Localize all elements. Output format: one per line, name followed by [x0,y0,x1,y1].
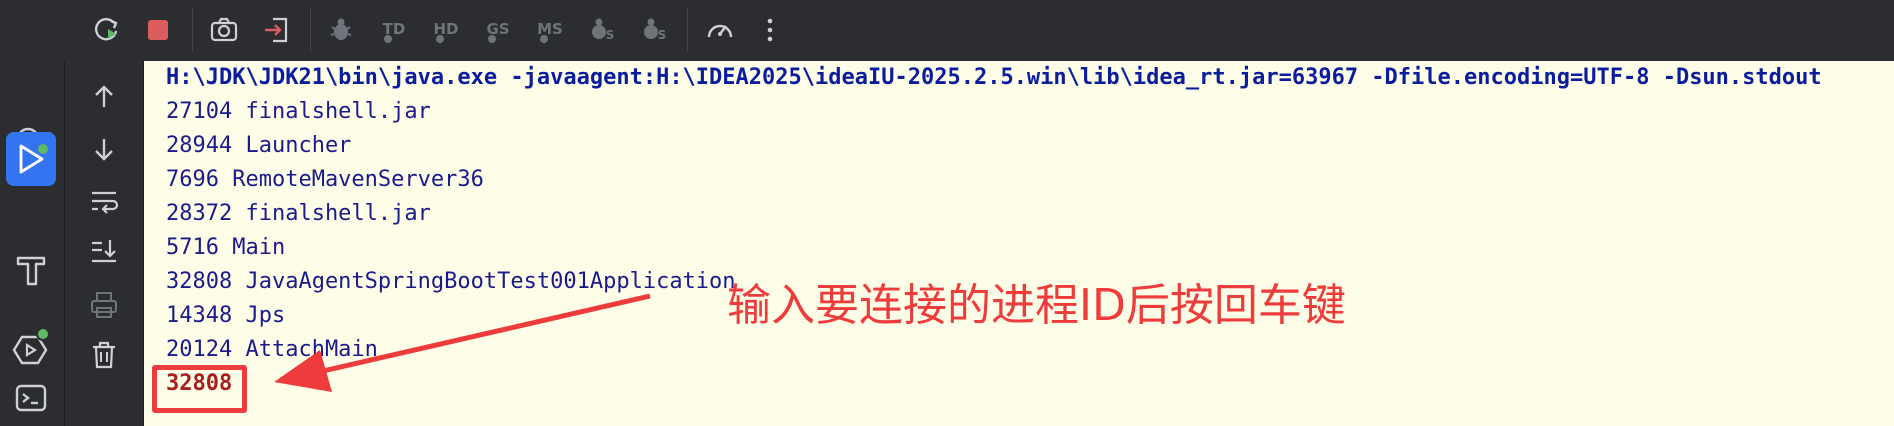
tool-window-stripe [0,61,65,426]
toolbar-separator [310,8,311,52]
gauge-icon[interactable] [702,12,738,48]
process-line: 27104 finalshell.jar [166,99,431,124]
hd-label: HD [433,20,458,38]
hd-icon[interactable]: HD [428,12,464,48]
stop-icon[interactable] [140,12,176,48]
terminal-icon[interactable] [6,371,56,425]
gs-icon[interactable]: GS [480,12,516,48]
up-arrow-icon[interactable] [86,79,122,115]
status-dot [36,327,50,341]
soft-wrap-icon[interactable] [86,183,122,219]
td-label: TD [383,20,406,38]
annotation-text: 输入要连接的进程ID后按回车键 [727,280,1346,331]
input-highlight-box [152,365,247,413]
process-line: 28372 finalshell.jar [166,201,431,226]
process-line: 7696 RemoteMavenServer36 [166,167,484,192]
process-line: 28944 Launcher [166,133,352,158]
rerun-icon[interactable] [89,12,125,48]
bug-icon[interactable] [323,12,359,48]
svg-text:S: S [658,28,667,42]
process-line: 5716 Main [166,235,286,260]
ms-icon[interactable]: MS [532,12,568,48]
profile2-icon[interactable]: S [636,12,672,48]
command-line: H:\JDK\JDK21\bin\java.exe -javaagent:H:\… [166,65,1822,90]
down-arrow-icon[interactable] [86,131,122,167]
run-tool-button[interactable] [6,132,56,186]
profile-icon[interactable]: S [584,12,620,48]
build-icon[interactable] [6,243,56,297]
svg-text:S: S [606,28,615,42]
toolbar-separator [192,8,193,52]
toolbar-separator [687,8,688,52]
print-icon[interactable] [86,287,122,323]
annotation-arrow [274,293,651,392]
scroll-to-end-icon[interactable] [86,233,122,269]
gs-label: GS [486,20,509,38]
services-icon[interactable] [6,323,56,377]
trash-icon[interactable] [86,337,122,373]
more-icon[interactable] [752,12,788,48]
console-toolbar [65,61,144,426]
ms-label: MS [537,20,563,38]
td-icon[interactable]: TD [376,12,412,48]
exit-icon[interactable] [258,12,294,48]
run-toolbar: TD HD GS MS S S [0,0,1894,61]
status-dot [36,142,50,156]
camera-icon[interactable] [206,12,242,48]
